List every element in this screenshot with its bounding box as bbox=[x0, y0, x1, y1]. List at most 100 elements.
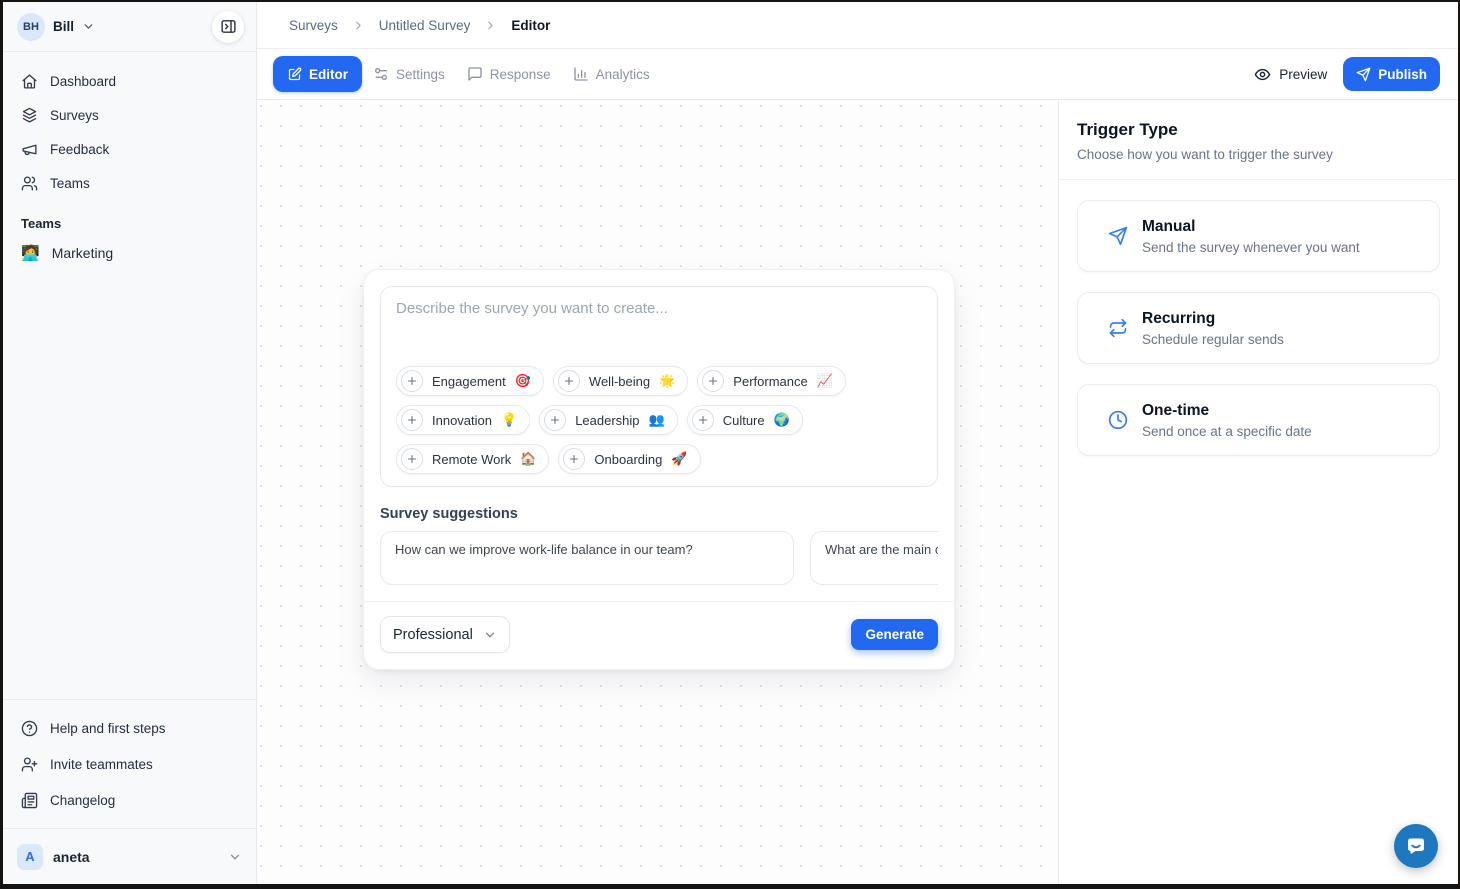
panel-title: Trigger Type bbox=[1077, 120, 1440, 140]
trigger-option-title: Recurring bbox=[1142, 310, 1284, 328]
chip-emoji: 📈 bbox=[817, 374, 833, 389]
plus-icon bbox=[401, 370, 423, 392]
topic-chip-well-being[interactable]: Well-being 🌟 bbox=[553, 366, 688, 396]
trigger-option-recurring[interactable]: Recurring Schedule regular sends bbox=[1077, 292, 1440, 364]
workspace-avatar[interactable]: BH bbox=[17, 13, 45, 41]
topic-chip-remote-work[interactable]: Remote Work 🏠 bbox=[396, 444, 549, 474]
plus-icon bbox=[563, 448, 585, 470]
plus-icon bbox=[692, 409, 714, 431]
chip-emoji: 🌍 bbox=[774, 413, 790, 428]
panel-body: Manual Send the survey whenever you want… bbox=[1059, 180, 1458, 496]
sidebar-item-dashboard[interactable]: Dashboard bbox=[17, 64, 242, 98]
trigger-option-title: One-time bbox=[1142, 402, 1312, 420]
chevron-down-icon[interactable] bbox=[82, 20, 95, 33]
sidebar-item-marketing[interactable]: 🧑‍💻 Marketing bbox=[17, 237, 242, 269]
panel-toggle-icon bbox=[220, 18, 237, 35]
breadcrumb-editor: Editor bbox=[511, 18, 550, 33]
ai-survey-composer-card: Engagement 🎯 Well-being 🌟 Performance bbox=[363, 269, 955, 670]
chip-emoji: 🏠 bbox=[520, 452, 536, 467]
publish-button[interactable]: Publish bbox=[1343, 57, 1440, 91]
tab-response[interactable]: Response bbox=[456, 56, 562, 92]
publish-label: Publish bbox=[1378, 67, 1427, 82]
sidebar-item-help[interactable]: Help and first steps bbox=[17, 710, 242, 746]
breadcrumb-surveys[interactable]: Surveys bbox=[289, 18, 338, 33]
user-plus-icon bbox=[21, 756, 38, 773]
panel-subtitle: Choose how you want to trigger the surve… bbox=[1077, 147, 1440, 162]
chip-emoji: 👥 bbox=[649, 413, 665, 428]
tab-label: Analytics bbox=[596, 67, 650, 82]
repeat-icon bbox=[1108, 318, 1128, 338]
suggestion-card[interactable]: How can we improve work-life balance in … bbox=[380, 531, 794, 585]
trigger-option-one-time[interactable]: One-time Send once at a specific date bbox=[1077, 384, 1440, 456]
sidebar: BH Bill Dashboard Surv bbox=[3, 2, 257, 884]
topic-chip-performance[interactable]: Performance 📈 bbox=[697, 366, 846, 396]
tab-analytics[interactable]: Analytics bbox=[562, 56, 661, 92]
workspace-name[interactable]: Bill bbox=[53, 19, 74, 34]
trigger-option-description: Send once at a specific date bbox=[1142, 424, 1312, 439]
sliders-icon bbox=[373, 66, 389, 82]
tone-select-value: Professional bbox=[393, 627, 473, 643]
topic-chip-leadership[interactable]: Leadership 👥 bbox=[539, 405, 678, 435]
bar-chart-icon bbox=[573, 66, 589, 82]
tab-label: Editor bbox=[309, 67, 348, 82]
composer-footer: Professional Generate bbox=[380, 602, 938, 653]
generate-button[interactable]: Generate bbox=[851, 619, 938, 650]
chevron-down-icon bbox=[228, 850, 242, 864]
sidebar-collapse-button[interactable] bbox=[212, 11, 244, 43]
sidebar-item-label: Dashboard bbox=[50, 74, 116, 89]
app-window: BH Bill Dashboard Surv bbox=[3, 2, 1458, 884]
topic-chip-innovation[interactable]: Innovation 💡 bbox=[396, 405, 530, 435]
sidebar-item-label: Help and first steps bbox=[50, 721, 166, 736]
chip-emoji: 🌟 bbox=[659, 374, 675, 389]
chat-bubble-icon bbox=[1404, 834, 1428, 858]
tab-settings[interactable]: Settings bbox=[362, 56, 456, 92]
eye-icon bbox=[1254, 66, 1271, 83]
account-name: aneta bbox=[53, 849, 90, 865]
team-label: Marketing bbox=[52, 245, 113, 261]
tab-editor[interactable]: Editor bbox=[273, 56, 362, 92]
chevron-right-icon bbox=[484, 19, 497, 32]
trigger-option-description: Schedule regular sends bbox=[1142, 332, 1284, 347]
trigger-type-panel: Trigger Type Choose how you want to trig… bbox=[1058, 100, 1458, 884]
sidebar-footer-nav: Help and first steps Invite teammates Ch… bbox=[3, 699, 256, 828]
sidebar-nav: Dashboard Surveys Feedback Teams bbox=[3, 52, 256, 269]
chevron-down-icon bbox=[483, 628, 497, 642]
message-square-icon bbox=[467, 66, 483, 82]
home-icon bbox=[21, 73, 38, 90]
sidebar-item-teams[interactable]: Teams bbox=[17, 166, 242, 200]
sidebar-item-feedback[interactable]: Feedback bbox=[17, 132, 242, 166]
topic-chip-onboarding[interactable]: Onboarding 🚀 bbox=[558, 444, 700, 474]
tab-label: Settings bbox=[396, 67, 445, 82]
plus-icon bbox=[544, 409, 566, 431]
sidebar-item-changelog[interactable]: Changelog bbox=[17, 782, 242, 818]
edit-icon bbox=[287, 67, 302, 82]
survey-description-input[interactable] bbox=[396, 300, 922, 356]
trigger-option-title: Manual bbox=[1142, 218, 1360, 236]
chip-emoji: 💡 bbox=[501, 413, 517, 428]
trigger-option-manual[interactable]: Manual Send the survey whenever you want bbox=[1077, 200, 1440, 272]
preview-button[interactable]: Preview bbox=[1254, 66, 1327, 83]
newspaper-icon bbox=[21, 792, 38, 809]
breadcrumb-untitled-survey[interactable]: Untitled Survey bbox=[379, 18, 471, 33]
sidebar-item-label: Invite teammates bbox=[50, 757, 153, 772]
editor-toolbar: Editor Settings Response Analytics bbox=[257, 49, 1458, 100]
tab-label: Response bbox=[490, 67, 551, 82]
teams-section-label: Teams bbox=[17, 200, 242, 237]
sidebar-item-surveys[interactable]: Surveys bbox=[17, 98, 242, 132]
chip-emoji: 🚀 bbox=[671, 452, 687, 467]
breadcrumb: Surveys Untitled Survey Editor bbox=[257, 2, 1458, 49]
sidebar-item-invite[interactable]: Invite teammates bbox=[17, 746, 242, 782]
topic-chip-engagement[interactable]: Engagement 🎯 bbox=[396, 366, 544, 396]
sidebar-item-label: Changelog bbox=[50, 793, 115, 808]
tone-select[interactable]: Professional bbox=[380, 616, 510, 653]
account-menu[interactable]: A aneta bbox=[3, 828, 256, 884]
toolbar-actions: Preview Publish bbox=[1254, 57, 1440, 91]
survey-canvas[interactable]: Engagement 🎯 Well-being 🌟 Performance bbox=[257, 100, 1058, 884]
help-circle-icon bbox=[21, 720, 38, 737]
plus-icon bbox=[401, 448, 423, 470]
chip-emoji: 🎯 bbox=[515, 374, 531, 389]
workspace-header: BH Bill bbox=[3, 2, 256, 52]
chat-launcher-button[interactable] bbox=[1394, 824, 1438, 868]
topic-chip-culture[interactable]: Culture 🌍 bbox=[687, 405, 803, 435]
suggestion-card[interactable]: What are the main ob bbox=[810, 531, 938, 585]
